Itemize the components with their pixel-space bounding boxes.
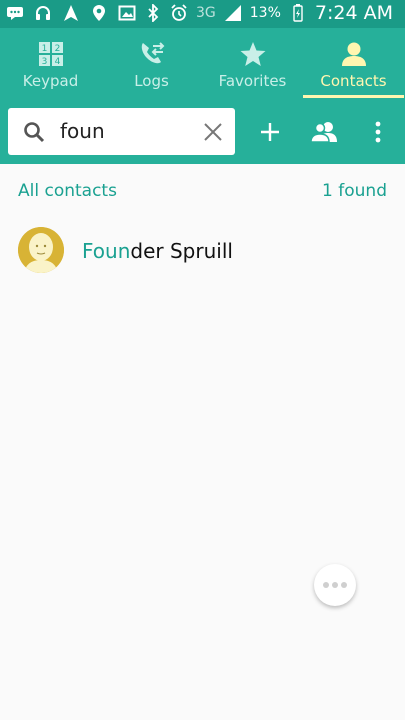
tab-label-keypad: Keypad — [22, 72, 79, 90]
tab-label-logs: Logs — [134, 72, 169, 90]
search-input[interactable] — [60, 117, 195, 145]
contact-list-item[interactable]: Founder Spruill — [0, 218, 405, 282]
star-icon — [239, 40, 267, 68]
network-type: 3G — [196, 5, 216, 21]
battery-icon — [289, 4, 307, 22]
close-icon[interactable] — [201, 120, 225, 144]
dot-icon — [341, 582, 347, 588]
tab-logs[interactable]: Logs — [101, 28, 202, 100]
status-bar: 3G 13% 7:24 AM — [0, 0, 405, 28]
found-count: 1 found — [322, 181, 387, 201]
search-icon — [22, 120, 46, 144]
svg-text:4: 4 — [54, 57, 60, 67]
svg-text:1: 1 — [41, 44, 47, 54]
image-icon — [118, 4, 136, 22]
clock: 7:24 AM — [314, 2, 393, 24]
groups-icon — [310, 122, 337, 143]
tab-label-favorites: Favorites — [218, 72, 287, 90]
message-icon — [6, 4, 24, 22]
contact-name-rest: der Spruill — [130, 239, 233, 263]
svg-text:2: 2 — [54, 44, 60, 54]
contact-name: Founder Spruill — [82, 239, 233, 263]
tab-favorites[interactable]: Favorites — [202, 28, 303, 100]
keypad-icon: 1 2 3 4 — [37, 40, 65, 68]
search-box[interactable] — [8, 108, 235, 155]
contact-icon — [340, 40, 368, 68]
dot-icon — [332, 582, 338, 588]
alarm-icon — [170, 4, 188, 22]
avatar[interactable] — [18, 227, 64, 273]
tab-label-contacts: Contacts — [320, 72, 387, 90]
bluetooth-icon — [144, 4, 162, 22]
all-contacts-label[interactable]: All contacts — [18, 181, 117, 201]
add-contact-button[interactable] — [252, 114, 288, 150]
headphones-icon — [34, 4, 52, 22]
results-header: All contacts 1 found — [0, 164, 405, 218]
search-match-highlight: Foun — [82, 239, 131, 263]
tab-contacts[interactable]: Contacts — [303, 28, 404, 100]
signal-icon — [224, 4, 242, 22]
navigation-icon — [62, 4, 80, 22]
search-bar — [0, 100, 405, 164]
tab-keypad[interactable]: 1 2 3 4 Keypad — [0, 28, 101, 100]
floating-more-button[interactable] — [314, 564, 356, 606]
svg-text:3: 3 — [41, 57, 47, 67]
location-icon — [90, 4, 108, 22]
battery-percent: 13% — [249, 5, 281, 21]
more-options-button[interactable] — [360, 114, 396, 150]
logs-icon — [138, 40, 166, 68]
more-icon — [375, 121, 381, 143]
groups-button[interactable] — [306, 114, 342, 150]
dot-icon — [323, 582, 329, 588]
add-icon — [261, 123, 279, 141]
tab-bar: 1 2 3 4 Keypad Logs Favorites Contacts — [0, 28, 405, 100]
active-tab-indicator — [303, 95, 404, 98]
